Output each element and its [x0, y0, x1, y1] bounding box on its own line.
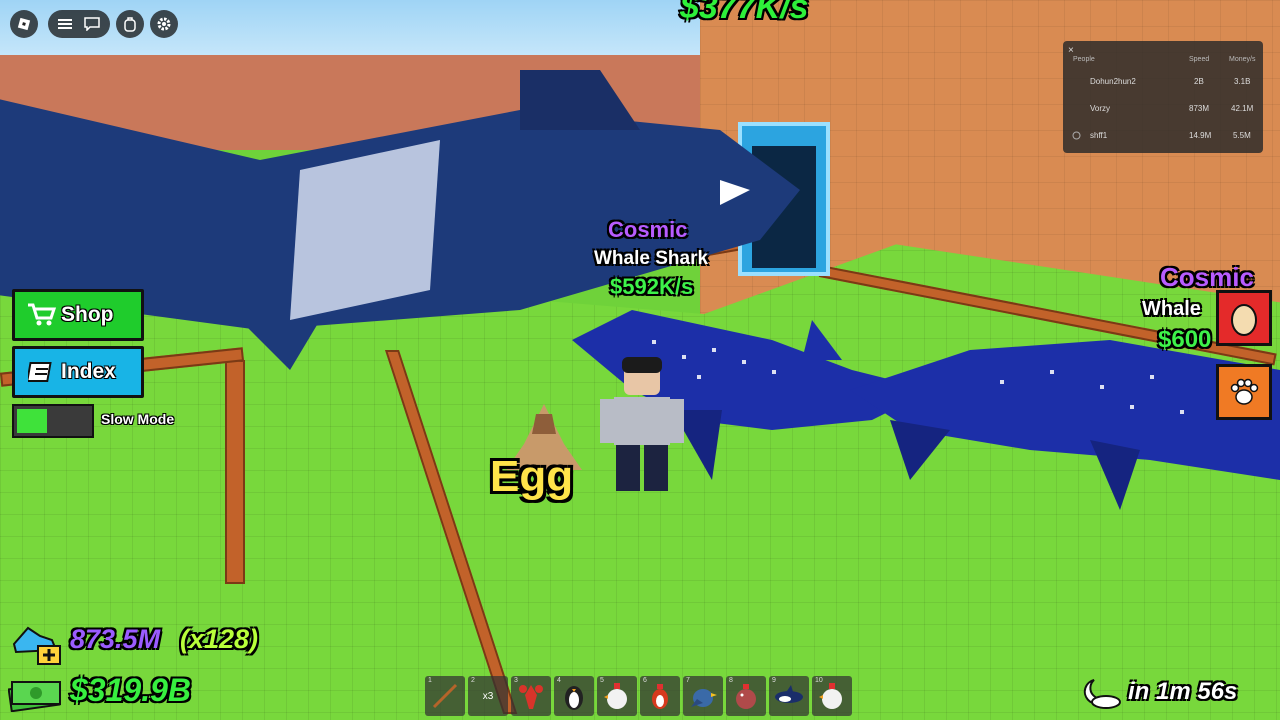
column-header-money: Money/s	[1229, 56, 1256, 63]
player-name: shff1	[1090, 131, 1108, 140]
leaderboard-header: People Speed Money/s	[1063, 56, 1263, 70]
hotbar-slot[interactable]: 7	[683, 676, 723, 716]
index-label: Index	[61, 360, 116, 383]
player-avatar	[600, 357, 684, 491]
egg-label: Egg	[490, 452, 574, 501]
speed-multiplier: (x128)	[180, 624, 259, 654]
shop-label: Shop	[61, 303, 114, 326]
hen-icon	[736, 684, 756, 709]
hotbar-slot[interactable]: 6	[640, 676, 680, 716]
hotbar-slot[interactable]: 1	[425, 676, 465, 716]
player-name: Vorzy	[1090, 104, 1111, 113]
pets-button[interactable]	[1216, 364, 1272, 420]
orca-icon	[775, 685, 803, 703]
cart-icon	[23, 303, 61, 327]
fence-rail	[225, 360, 245, 584]
night-weather-icon	[1083, 679, 1121, 709]
speed-value: 873.5M	[70, 624, 161, 654]
book-icon	[23, 360, 61, 384]
backpack-button[interactable]	[116, 10, 144, 38]
chicken-icon	[604, 683, 627, 709]
player-leaderboard: × People Speed Money/s Dohun2hun2 2B 3.1…	[1063, 41, 1263, 153]
pet-name-label: Whale	[1142, 298, 1201, 320]
lobster-icon	[519, 685, 543, 709]
roblox-logo-icon	[17, 17, 31, 31]
close-icon[interactable]: ×	[1068, 45, 1074, 56]
rooster-icon	[652, 684, 668, 709]
hotbar-slot[interactable]: 5	[597, 676, 637, 716]
bird-icon	[691, 689, 717, 707]
player-money: 42.1M	[1231, 104, 1254, 113]
menu-chat-group[interactable]	[48, 10, 110, 38]
rod-icon	[432, 683, 458, 709]
pet-name-label: Whale Shark	[594, 248, 709, 269]
toggle-knob	[17, 409, 47, 433]
index-button[interactable]: Index	[12, 346, 144, 398]
column-header-speed: Speed	[1189, 56, 1210, 63]
pet-rarity-label: Cosmic	[1160, 262, 1254, 292]
chat-icon[interactable]	[84, 17, 100, 31]
slow-mode-toggle[interactable]	[12, 404, 94, 438]
gear-icon	[157, 17, 171, 31]
player-money: 5.5M	[1233, 131, 1251, 140]
hotbar-slot[interactable]: 4	[554, 676, 594, 716]
backpack-icon	[124, 17, 136, 32]
column-header-people: People	[1073, 56, 1095, 63]
player-status-icon	[1072, 131, 1081, 140]
leaderboard-row[interactable]: Dohun2hun2 2B 3.1B	[1063, 77, 1263, 91]
hotbar-slot[interactable]: 8	[726, 676, 766, 716]
egg-icon	[1231, 304, 1257, 336]
pet-income-label: $600	[1158, 326, 1212, 353]
settings-button[interactable]	[150, 10, 178, 38]
slow-mode-label: Slow Mode	[101, 411, 175, 427]
hotbar-slot[interactable]: 3	[511, 676, 551, 716]
leaderboard-row[interactable]: shff1 14.9M 5.5M	[1063, 131, 1263, 145]
leaderboard-row[interactable]: Vorzy 873M 42.1M	[1063, 104, 1263, 118]
player-speed: 873M	[1189, 104, 1210, 113]
money-stack-icon	[8, 681, 61, 712]
pet-rarity-label: Cosmic	[608, 217, 688, 242]
event-timer: in 1m 56s	[1128, 678, 1238, 705]
player-money: 3.1B	[1234, 77, 1251, 86]
paw-icon	[1230, 378, 1259, 405]
shop-button[interactable]: Shop	[12, 289, 144, 341]
player-speed: 2B	[1194, 77, 1204, 86]
hotbar-slot[interactable]: 2 x3	[468, 676, 508, 716]
chicken-icon	[819, 683, 842, 709]
roblox-menu-button[interactable]	[10, 10, 38, 38]
player-speed: 14.9M	[1189, 131, 1212, 140]
penguin-icon	[565, 686, 583, 710]
egg-button[interactable]	[1216, 290, 1272, 346]
money-value: $319.9B	[70, 672, 191, 708]
player-name: Dohun2hun2	[1090, 77, 1136, 86]
hotbar: 1 2 x3 3 4 5 6 7 8 9 10	[425, 676, 852, 716]
stack-count: x3	[482, 690, 494, 702]
pet-income-label: $592K/s	[610, 274, 694, 299]
hotbar-slot[interactable]: 9	[769, 676, 809, 716]
hamburger-icon[interactable]	[58, 17, 74, 31]
hotbar-slot[interactable]: 10	[812, 676, 852, 716]
speed-shoe-icon	[12, 626, 61, 665]
income-rate-display: $377K/s	[680, 0, 809, 26]
